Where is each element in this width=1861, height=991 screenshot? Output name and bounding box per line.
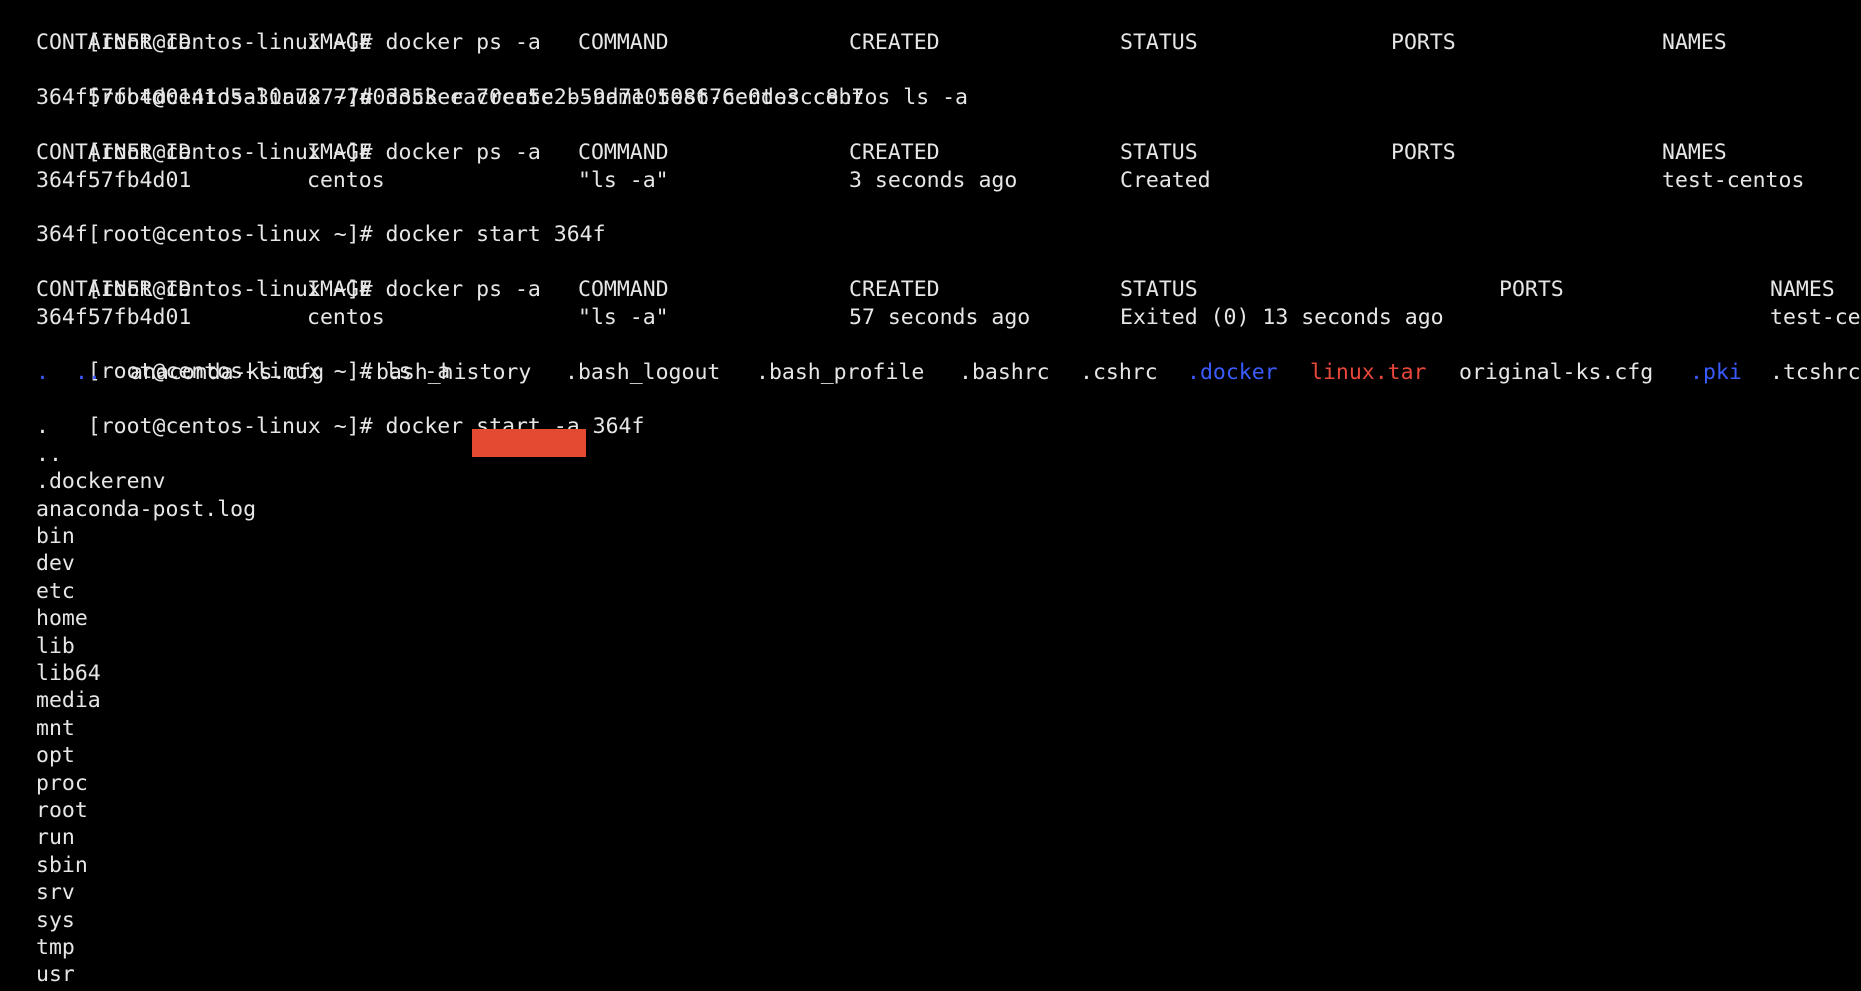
ls-entry-file: .tcshrc (1770, 360, 1861, 385)
command-cell: "ls -a" (578, 305, 669, 330)
header-container-id: CONTAINER ID (36, 30, 192, 55)
ls-entry-file: .bash_history (363, 360, 532, 385)
command-line: [root@centos-linux ~]# ls -a (36, 331, 450, 384)
header-command: COMMAND (578, 140, 669, 165)
container-id-cell: 364f57fb4d01 (36, 305, 192, 330)
header-image: IMAGE (307, 140, 372, 165)
command-cell: "ls -a" (578, 168, 669, 193)
header-names: NAMES (1662, 30, 1727, 55)
ls-entry-file: .bash_logout (565, 360, 721, 385)
header-status: STATUS (1120, 277, 1198, 302)
container-ls-line: sys (36, 908, 75, 933)
container-ls-line: usr (36, 962, 75, 987)
ls-entry-file: .bash_profile (756, 360, 925, 385)
container-ls-line: proc (36, 771, 88, 796)
command-line: [root@centos-linux ~]# docker ps -a (36, 2, 541, 55)
header-container-id: CONTAINER ID (36, 277, 192, 302)
header-status: STATUS (1120, 140, 1198, 165)
header-created: CREATED (849, 140, 940, 165)
ps-container-row: 364f57fb4d01 centos "ls -a" 57 seconds a… (36, 304, 1861, 331)
terminal-window[interactable]: [root@centos-linux ~]# docker ps -a CONT… (0, 0, 1861, 991)
container-ls-line: tmp (36, 935, 75, 960)
header-image: IMAGE (307, 277, 372, 302)
command-line: [root@centos-linux ~]# docker ps -a (36, 112, 541, 165)
header-ports: PORTS (1499, 277, 1564, 302)
container-ls-line: sbin (36, 853, 88, 878)
names-cell: test-centos (1662, 168, 1805, 193)
command-text: docker ps -a (385, 30, 541, 56)
ls-entry-file: .cshrc (1080, 360, 1158, 385)
status-cell: Created (1120, 168, 1211, 193)
header-image: IMAGE (307, 30, 372, 55)
command-line: [root@centos-linux ~]# docker start -a 3… (36, 386, 645, 439)
ps-header-row: CONTAINER ID IMAGE COMMAND CREATED STATU… (36, 276, 1835, 303)
ps-container-row: 364f57fb4d01 centos "ls -a" 3 seconds ag… (36, 167, 1804, 194)
container-ls-line: . (36, 414, 49, 439)
ps-header-row: CONTAINER ID IMAGE COMMAND CREATED STATU… (36, 29, 1727, 56)
container-ls-line: anaconda-post.log (36, 497, 257, 522)
container-ls-line: dev (36, 551, 75, 576)
ls-entry-file: .bashrc (959, 360, 1050, 385)
start-output: 364f (36, 222, 88, 247)
container-ls-line: mnt (36, 716, 75, 741)
ls-entry-dir: . (36, 360, 49, 385)
names-cell: test-ce (1770, 305, 1861, 330)
container-ls-line: .dockerenv (36, 469, 166, 494)
container-id-cell: 364f57fb4d01 (36, 168, 192, 193)
header-created: CREATED (849, 277, 940, 302)
header-container-id: CONTAINER ID (36, 140, 192, 165)
ls-entry-file: original-ks.cfg (1459, 360, 1654, 385)
command-line: [root@centos-linux ~]# docker create --n… (36, 57, 968, 110)
status-cell: Exited (0) 13 seconds ago (1120, 305, 1444, 330)
command-line: [root@centos-linux ~]# docker ps -a (36, 249, 541, 302)
redaction-block (472, 429, 586, 457)
ls-entry-archive: linux.tar (1310, 360, 1427, 385)
shell-prompt: [root@centos-linux ~]# (87, 414, 373, 440)
header-ports: PORTS (1391, 30, 1456, 55)
image-cell: centos (307, 168, 385, 193)
container-ls-line: bin (36, 524, 75, 549)
container-ls-line: root (36, 798, 88, 823)
command-line: [root@centos-linux ~]# docker start 364f (36, 194, 606, 247)
ls-output-row: . .. anaconda-ks.cfg .bash_history .bash… (36, 359, 1861, 386)
created-cell: 57 seconds ago (849, 305, 1031, 330)
container-ls-line: etc (36, 579, 75, 604)
container-ls-line: opt (36, 743, 75, 768)
container-ls-line: run (36, 825, 75, 850)
header-names: NAMES (1662, 140, 1727, 165)
header-command: COMMAND (578, 30, 669, 55)
command-text: docker ps -a (385, 277, 541, 303)
container-ls-line: lib (36, 634, 75, 659)
ls-entry-dir: .. (75, 360, 101, 385)
ls-entry-dir: .pki (1690, 360, 1742, 385)
shell-prompt: [root@centos-linux ~]# (87, 222, 373, 248)
ls-entry-file: anaconda-ks.cfg (130, 360, 325, 385)
header-names: NAMES (1770, 277, 1835, 302)
header-status: STATUS (1120, 30, 1198, 55)
container-ls-line: .. (36, 442, 62, 467)
header-ports: PORTS (1391, 140, 1456, 165)
command-text: docker start 364f (385, 222, 606, 248)
ps-header-row: CONTAINER ID IMAGE COMMAND CREATED STATU… (36, 139, 1727, 166)
container-ls-line: lib64 (36, 661, 101, 686)
container-ls-line: srv (36, 880, 75, 905)
create-output: 364f57fb4d0141d5a30a78777d03353eea70cc5c… (36, 85, 865, 110)
image-cell: centos (307, 305, 385, 330)
created-cell: 3 seconds ago (849, 168, 1018, 193)
ls-entry-dir: .docker (1187, 360, 1278, 385)
header-command: COMMAND (578, 277, 669, 302)
command-text: docker ps -a (385, 140, 541, 166)
container-ls-line: home (36, 606, 88, 631)
header-created: CREATED (849, 30, 940, 55)
container-ls-line: media (36, 688, 101, 713)
